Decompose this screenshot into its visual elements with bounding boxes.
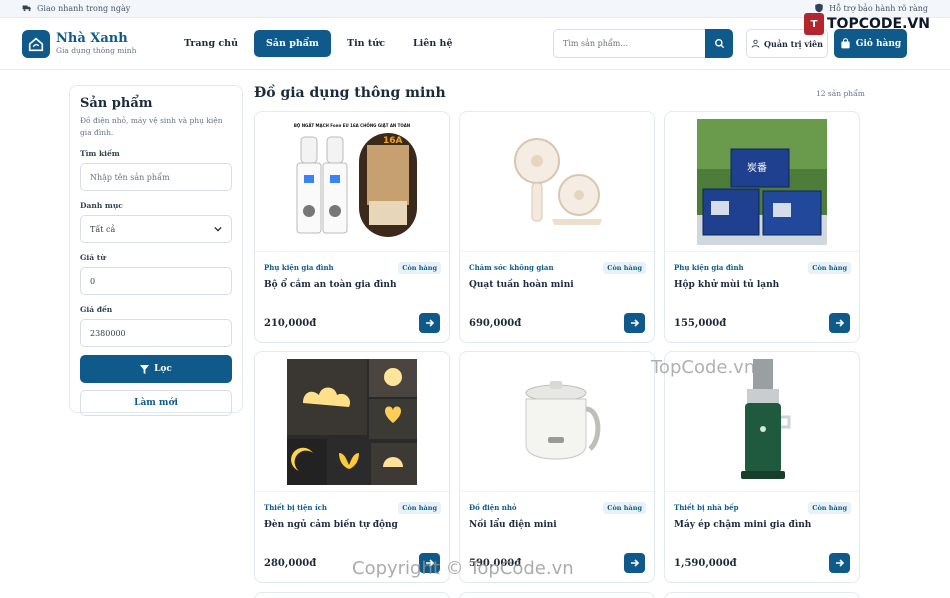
product-card[interactable]: Chăm sóc không gian Còn hàng Quạt tuần h… [459,111,655,343]
truck-icon [22,3,32,15]
nav-home[interactable]: Trang chủ [172,30,250,57]
product-name[interactable]: Bộ ổ cắm an toàn gia đình [264,280,397,290]
filter-label: Lọc [154,364,172,374]
search-label: Tìm kiếm [80,149,120,158]
price-to-label: Giá đến [80,305,113,314]
nav-contact[interactable]: Liên hệ [401,30,465,57]
view-product-button[interactable] [624,553,645,573]
product-card-partial[interactable] [459,592,655,598]
product-card-partial[interactable] [254,592,450,598]
search-button[interactable] [705,29,733,58]
product-image-tag: 16A [383,136,403,146]
product-category: Thiết bị tiện ích [264,503,327,512]
price-from-value: 0 [90,276,96,286]
view-product-button[interactable] [419,313,440,333]
status-badge: Còn hàng [603,502,646,514]
product-card[interactable]: Đồ điện nhỏ Còn hàng Nồi lẩu điện mini 5… [459,351,655,583]
product-image: BỘ NGẮT MẠCH Fonn EU 16A CHỐNG GIẬT AN T… [255,112,449,252]
product-image [255,352,449,492]
brand[interactable]: Nhà Xanh Gia dụng thông minh [22,29,172,58]
arrow-right-icon [630,559,639,567]
funnel-icon [140,364,150,374]
product-name[interactable]: Hộp khử mùi tủ lạnh [674,280,779,290]
arrow-right-icon [630,319,639,327]
view-product-button[interactable] [829,553,850,573]
product-card-partial[interactable] [664,592,860,598]
topcode-logo-icon: T [804,13,824,35]
product-name[interactable]: Máy ép chậm mini gia đình [674,520,811,530]
watermark-center: TopCode.vn [651,357,756,378]
price-to-input[interactable]: 2380000 [80,319,232,347]
header-search: Tìm sản phẩm... [553,29,733,58]
status-badge: Còn hàng [398,262,441,274]
price-from-label: Giá từ [80,253,106,262]
search-input[interactable]: Tìm sản phẩm... [553,29,705,58]
product-category: Đồ điện nhỏ [469,503,517,512]
chevron-down-icon [214,226,222,232]
product-name[interactable]: Nồi lẩu điện mini [469,520,557,530]
search-icon [714,39,724,49]
arrow-right-icon [835,559,844,567]
product-category: Thiết bị nhà bếp [674,503,739,512]
product-price: 1,590,000đ [674,558,737,569]
filter-button[interactable]: Lọc [80,355,232,383]
product-price: 280,000đ [264,558,317,569]
cart-label: Giỏ hàng [855,38,902,49]
product-image [460,352,654,492]
product-category: Phụ kiện gia đình [674,263,744,272]
category-value: Tất cả [90,224,116,234]
watermark-logo: T TOPCODE.VN [804,13,930,35]
product-price: 155,000đ [674,318,727,329]
product-price: 210,000đ [264,318,317,329]
product-grid: BỘ NGẮT MẠCH Fonn EU 16A CHỐNG GIẬT AN T… [254,111,860,583]
status-badge: Còn hàng [603,262,646,274]
arrow-right-icon [835,319,844,327]
status-badge: Còn hàng [808,262,851,274]
price-from-input[interactable]: 0 [80,267,232,295]
product-name-input[interactable]: Nhập tên sản phẩm [80,163,232,191]
product-image: 炭番 [665,112,859,252]
admin-label: Quản trị viên [764,38,823,49]
product-card[interactable]: Thiết bị nhà bếp Còn hàng Máy ép chậm mi… [664,351,860,583]
sidebar-description: Đồ điện nhỏ, máy vệ sinh và phụ kiện gia… [80,116,223,137]
status-badge: Còn hàng [398,502,441,514]
view-product-button[interactable] [829,313,850,333]
page-title: Đồ gia dụng thông minh [254,85,446,101]
user-icon [751,39,760,48]
product-category: Chăm sóc không gian [469,263,554,272]
reset-button[interactable]: Làm mới [80,390,232,416]
product-name[interactable]: Quạt tuần hoàn mini [469,280,574,290]
product-count: 12 sản phẩm [816,89,865,98]
product-card[interactable]: 炭番 Phụ kiện gia đình Còn hàng Hộp khử mù… [664,111,860,343]
product-image [460,112,654,252]
product-card[interactable]: BỘ NGẮT MẠCH Fonn EU 16A CHỐNG GIẬT AN T… [254,111,450,343]
product-category: Phụ kiện gia đình [264,263,334,272]
delivery-text: Giao nhanh trong ngày [37,4,131,13]
delivery-notice: Giao nhanh trong ngày [22,3,130,15]
main-nav: Trang chủ Sản phẩm Tin tức Liên hệ [172,30,464,57]
watermark-logo-text: TOPCODE.VN [827,16,930,32]
product-price: 690,000đ [469,318,522,329]
status-badge: Còn hàng [808,502,851,514]
brand-name: Nhà Xanh [56,30,128,46]
brand-tagline: Gia dụng thông minh [56,45,137,55]
category-select[interactable]: Tất cả [80,215,232,243]
nav-news[interactable]: Tin tức [335,30,397,57]
warranty-text: Hỗ trợ bảo hành rõ ràng [829,4,928,13]
product-name[interactable]: Đèn ngủ cảm biến tự động [264,520,398,530]
watermark-copyright: Copyright © TopCode.vn [352,558,574,579]
product-name-placeholder: Nhập tên sản phẩm [90,172,170,182]
category-label: Danh mục [80,201,123,210]
shopping-bag-icon [841,38,850,49]
product-image-label: 炭番 [747,162,767,174]
price-to-value: 2380000 [90,328,126,338]
product-image-caption: BỘ NGẮT MẠCH Fonn EU 16A CHỐNG GIẬT AN T… [294,123,410,128]
filter-sidebar: Sản phẩm Đồ điện nhỏ, máy vệ sinh và phụ… [69,85,243,416]
nav-products[interactable]: Sản phẩm [254,30,331,57]
product-card[interactable]: Thiết bị tiện ích Còn hàng Đèn ngủ cảm b… [254,351,450,583]
arrow-right-icon [425,319,434,327]
sidebar-title: Sản phẩm [80,96,153,111]
house-logo-icon [22,29,50,58]
view-product-button[interactable] [624,313,645,333]
